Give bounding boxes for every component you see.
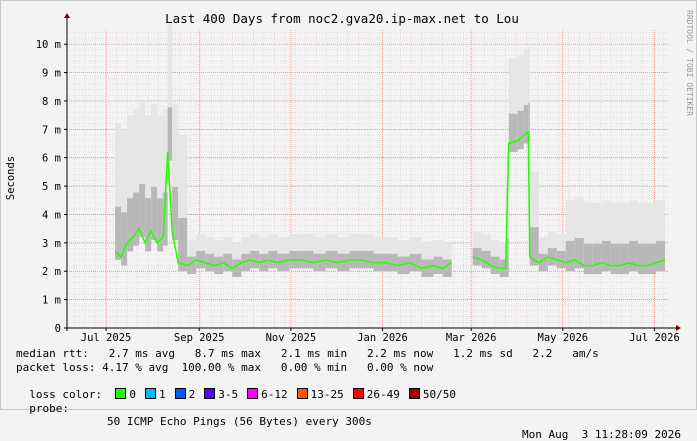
smoke-inner <box>157 198 164 252</box>
y-tick-label: 5 m <box>42 181 61 193</box>
probe-description: 50 ICMP Echo Pings (56 Bytes) every 300s <box>107 415 372 428</box>
y-tick-label: 8 m <box>42 96 61 108</box>
x-tick-label: Sep 2025 <box>174 332 225 344</box>
smoke-inner <box>565 240 575 272</box>
smoke-inner <box>583 243 593 275</box>
y-tick-label: 3 m <box>42 238 61 250</box>
x-axis-arrow <box>676 325 681 331</box>
packet-loss-stats: packet loss: 4.17 % avg 100.00 % max 0.0… <box>16 361 434 374</box>
smoke-inner <box>133 192 140 246</box>
probe-label: probe: <box>29 402 69 415</box>
smoke-inner <box>655 240 665 272</box>
probe-row: probe: 50 ICMP Echo Pings (56 Bytes) eve… <box>16 389 681 441</box>
x-tick-label: Jul 2025 <box>81 332 132 344</box>
rrdtool-watermark: RRDTOOL / TOBI OETIKER <box>685 10 694 116</box>
smoke-inner <box>508 113 518 153</box>
x-tick-label: Jan 2026 <box>357 332 408 344</box>
smoke-inner <box>646 243 656 275</box>
smoke-inner <box>481 250 491 269</box>
chart-title: Last 400 Days from noc2.gva20.ip-max.net… <box>165 11 519 26</box>
smoke-inner <box>145 198 152 252</box>
smoke-inner <box>601 240 611 272</box>
y-tick-labels: 0 1 m 2 m 3 m 4 m 5 m 6 m 7 m 8 m 9 m 10 m <box>36 39 67 335</box>
smoke-inner <box>610 243 620 275</box>
y-axis-arrow <box>64 13 70 18</box>
smoke-inner <box>127 198 134 252</box>
x-tick-label: Mar 2026 <box>446 332 497 344</box>
y-tick-label: 7 m <box>42 124 61 136</box>
x-tick-label: May 2026 <box>538 332 589 344</box>
x-tick-label: Jul 2026 <box>629 332 680 344</box>
smoke-inner <box>637 243 647 275</box>
y-tick-label: 4 m <box>42 209 61 221</box>
y-tick-label: 0 <box>55 323 61 335</box>
probe-timestamp: Mon Aug 3 11:28:09 2026 <box>522 428 681 441</box>
loss-color-legend: loss color: 0 1 2 3-5 6-12 13-25 26-49 50/50 <box>16 375 465 401</box>
smoke-inner <box>121 212 128 266</box>
smoke-inner <box>619 243 629 275</box>
smoke-inner <box>409 253 422 272</box>
latency-chart: Last 400 Days from noc2.gva20.ip-max.net… <box>5 10 694 344</box>
y-tick-label: 6 m <box>42 153 61 165</box>
smoke-inner <box>223 253 233 272</box>
y-tick-label: 9 m <box>42 68 61 80</box>
smoke-inner <box>628 240 638 272</box>
y-tick-label: 2 m <box>42 266 61 278</box>
smoke-inner <box>517 110 524 150</box>
smoke-inner <box>592 243 602 275</box>
y-axis-label: Seconds <box>5 156 17 200</box>
y-tick-label: 1 m <box>42 295 61 307</box>
x-tick-label: Nov 2025 <box>266 332 317 344</box>
median-rtt-stats: median rtt: 2.7 ms avg 8.7 ms max 2.1 ms… <box>16 347 599 360</box>
x-tick-labels: Jul 2025 Sep 2025 Nov 2025 Jan 2026 Mar 2026… <box>81 328 680 344</box>
y-tick-label: 10 m <box>36 39 61 51</box>
